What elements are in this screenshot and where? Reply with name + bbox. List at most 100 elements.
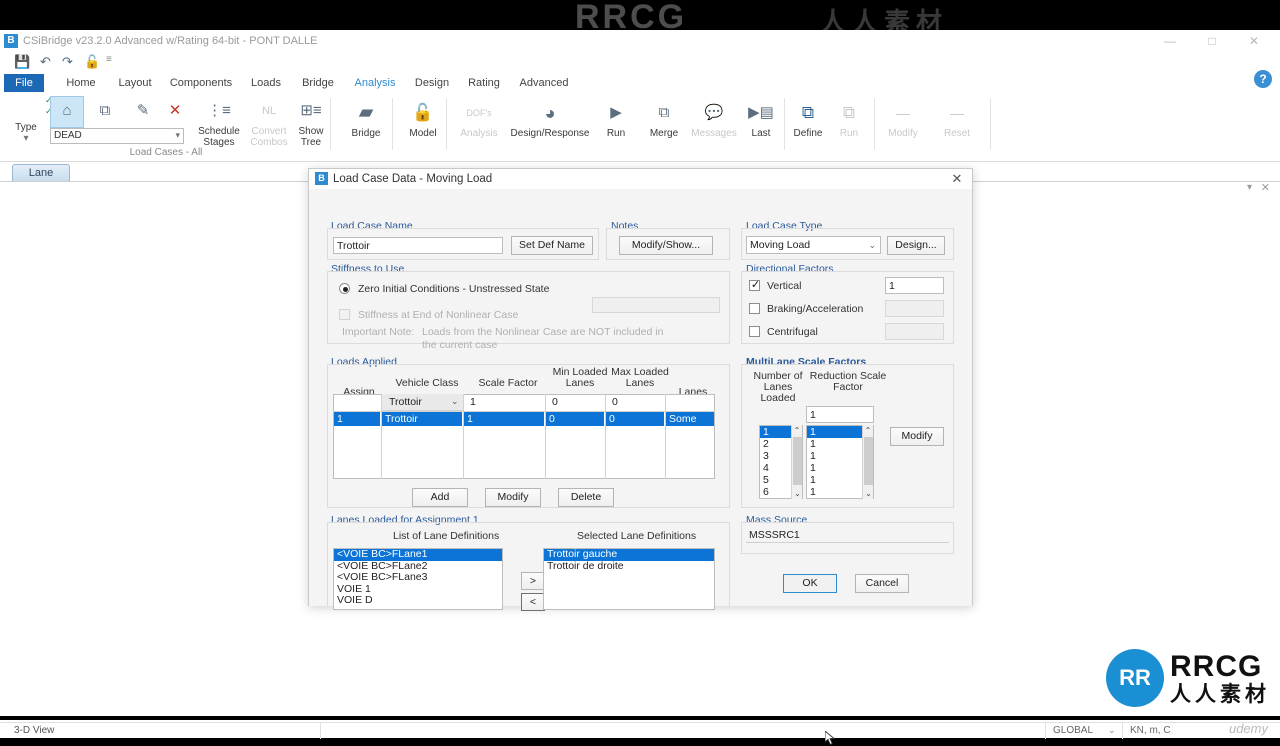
status-bar: 3-D View GLOBAL ⌄ KN, m, C udemy — [0, 721, 1280, 739]
directional-centrifugal-checkbox[interactable] — [749, 326, 760, 337]
ribbon-show-tree-button[interactable]: ⊞≡ Show Tree — [282, 96, 340, 148]
lane-definitions-list[interactable]: <VOIE BC>FLane1 <VOIE BC>FLane2 <VOIE BC… — [333, 548, 503, 610]
directional-vertical-checkbox[interactable] — [749, 278, 761, 291]
scrollbar-thumb[interactable] — [793, 437, 802, 485]
grid-row-max: 0 — [609, 413, 615, 425]
rrcg-circle-icon — [1106, 649, 1164, 707]
grid-edit-scale-value[interactable]: 1 — [467, 395, 479, 409]
scroll-up-icon[interactable]: ⌃ — [863, 425, 873, 436]
help-icon[interactable]: ? — [1254, 70, 1272, 88]
grid-row-vehicle: Trottoir — [385, 413, 418, 425]
loads-header-vehicle-class: Vehicle Class — [395, 377, 459, 389]
loads-delete-button[interactable]: Delete — [558, 488, 614, 507]
copy-load-case-icon: ⧉ — [99, 102, 111, 119]
ribbon-tab-file[interactable]: File — [4, 74, 44, 92]
ribbon-last-button[interactable]: ▶▤ Last — [738, 98, 784, 139]
ribbon-tab-components[interactable]: Components — [166, 74, 236, 92]
ribbon-copy-load-case-button[interactable]: ⧉ — [86, 96, 124, 126]
window-close-button[interactable]: ✕ — [1234, 30, 1274, 52]
status-units[interactable]: KN, m, C — [1130, 725, 1171, 736]
cancel-button[interactable]: Cancel — [855, 574, 909, 593]
ok-button[interactable]: OK — [783, 574, 837, 593]
multilane-edit-input[interactable]: 1 — [806, 406, 874, 423]
window-maximize-button[interactable]: □ — [1192, 30, 1232, 52]
ribbon-delete-load-case-button[interactable]: ✕ — [156, 96, 194, 126]
chevron-down-icon[interactable]: ⌄ — [868, 238, 876, 252]
ribbon-tab-layout[interactable]: Layout — [112, 74, 158, 92]
notes-modify-show-button[interactable]: Modify/Show... — [619, 236, 713, 255]
scroll-up-icon[interactable]: ⌃ — [792, 425, 802, 436]
ribbon-tab-analysis[interactable]: Analysis — [350, 74, 400, 92]
ribbon-analysis-dofs-button: DOF's Analysis — [450, 98, 508, 139]
run-combo-label: Run — [839, 128, 859, 139]
chevron-down-icon[interactable]: ▾ — [0, 133, 52, 144]
list-item[interactable]: <VOIE BC>FLane1 — [334, 549, 502, 561]
ribbon-tab-home[interactable]: Home — [60, 74, 102, 92]
chevron-down-icon[interactable]: ⌄ — [1108, 725, 1116, 736]
directional-vertical-label: Vertical — [767, 280, 802, 292]
set-def-name-button[interactable]: Set Def Name — [511, 236, 593, 255]
ribbon-tab-design[interactable]: Design — [410, 74, 454, 92]
rrcg-logo: RRCG 人人素材 — [1106, 648, 1270, 708]
grid-edit-max-value[interactable]: 0 — [609, 395, 621, 409]
remove-lane-button[interactable]: < — [521, 593, 545, 611]
selected-lane-definitions-list[interactable]: Trottoir gauche Trottoir de droite — [543, 548, 715, 610]
loads-add-button[interactable]: Add — [412, 488, 468, 507]
ribbon-tab-advanced[interactable]: Advanced — [514, 74, 574, 92]
list-item[interactable]: <VOIE BC>FLane3 — [334, 571, 502, 584]
multilane-modify-button[interactable]: Modify — [890, 427, 944, 446]
show-tree-icon: ⊞≡ — [300, 102, 322, 119]
grid-edit-min-value[interactable]: 0 — [549, 395, 561, 409]
loads-modify-button[interactable]: Modify — [485, 488, 541, 507]
load-case-type-select[interactable]: Moving Load ⌄ — [746, 236, 881, 254]
redo-icon[interactable]: ↷ — [62, 54, 73, 70]
grid-column-divider — [545, 394, 546, 479]
directional-vertical-input[interactable] — [885, 277, 944, 294]
load-case-data-dialog: B Load Case Data - Moving Load ✕ Load Ca… — [308, 168, 973, 745]
merge-label: Merge — [649, 128, 679, 139]
ribbon-add-load-case-button[interactable]: ⌂ — [48, 96, 86, 126]
ribbon-tab-bridge[interactable]: Bridge — [296, 74, 340, 92]
lock-icon[interactable]: 🔓 — [84, 54, 100, 70]
ribbon-merge-button[interactable]: ⧉ Merge — [638, 98, 690, 139]
load-case-combo[interactable]: DEAD ▾ — [50, 128, 184, 144]
grid-edit-vehicle-value: Trottoir — [389, 396, 422, 408]
ribbon-model-button[interactable]: 🔓 Model — [394, 98, 452, 139]
window-minimize-button[interactable]: — — [1150, 30, 1190, 52]
scrollbar-thumb[interactable] — [864, 437, 873, 485]
design-button[interactable]: Design... — [887, 236, 945, 255]
save-icon[interactable]: 💾 — [14, 54, 30, 70]
load-case-name-input[interactable] — [333, 237, 503, 254]
chevron-down-icon[interactable]: ⌄ — [448, 394, 462, 408]
view-tab-lane[interactable]: Lane — [12, 164, 70, 181]
multilane-factors-scrollbar[interactable]: ⌃ ⌄ — [862, 425, 873, 499]
ribbon-tab-loads[interactable]: Loads — [246, 74, 286, 92]
stiffness-zero-radio[interactable] — [339, 283, 350, 294]
ribbon-tab-rating[interactable]: Rating — [462, 74, 506, 92]
scroll-down-icon[interactable]: ⌄ — [792, 488, 803, 499]
stiffness-note-label: Important Note: — [342, 326, 415, 338]
multilane-lanes-scrollbar[interactable]: ⌃ ⌄ — [791, 425, 802, 499]
ribbon-load-type-button[interactable]: Type ▾ — [0, 122, 52, 144]
ribbon-bridge-button[interactable]: ▰ Bridge — [337, 98, 395, 139]
list-item[interactable]: Trottoir gauche — [544, 549, 714, 561]
scroll-down-icon[interactable]: ⌄ — [863, 488, 874, 499]
directional-centrifugal-input[interactable] — [885, 323, 944, 340]
dialog-close-button[interactable]: ✕ — [948, 171, 966, 187]
ribbon-run-combo-button: ⧉ Run — [824, 98, 874, 139]
view-collapse-icon[interactable]: ▾ — [1247, 182, 1252, 193]
mass-source-value[interactable]: MSSSRC1 — [746, 527, 949, 543]
add-lane-button[interactable]: > — [521, 572, 545, 590]
directional-braking-checkbox[interactable] — [749, 303, 760, 314]
status-coord-system[interactable]: GLOBAL — [1053, 725, 1093, 736]
list-item[interactable]: Trottoir de droite — [544, 560, 714, 573]
view-close-icon[interactable]: ✕ — [1261, 182, 1270, 194]
chevron-down-icon[interactable]: ▾ — [175, 130, 180, 141]
customize-qat-icon[interactable]: ≡ — [106, 54, 112, 65]
directional-braking-input[interactable] — [885, 300, 944, 317]
ribbon-load-type-label: Type — [15, 122, 37, 133]
ribbon-design-response-button[interactable]: ◕ Design/Response — [506, 98, 594, 139]
ribbon-run-button[interactable]: ▶ Run — [591, 98, 641, 139]
undo-icon[interactable]: ↶ — [40, 54, 51, 70]
list-item[interactable]: VOIE D — [334, 594, 502, 607]
